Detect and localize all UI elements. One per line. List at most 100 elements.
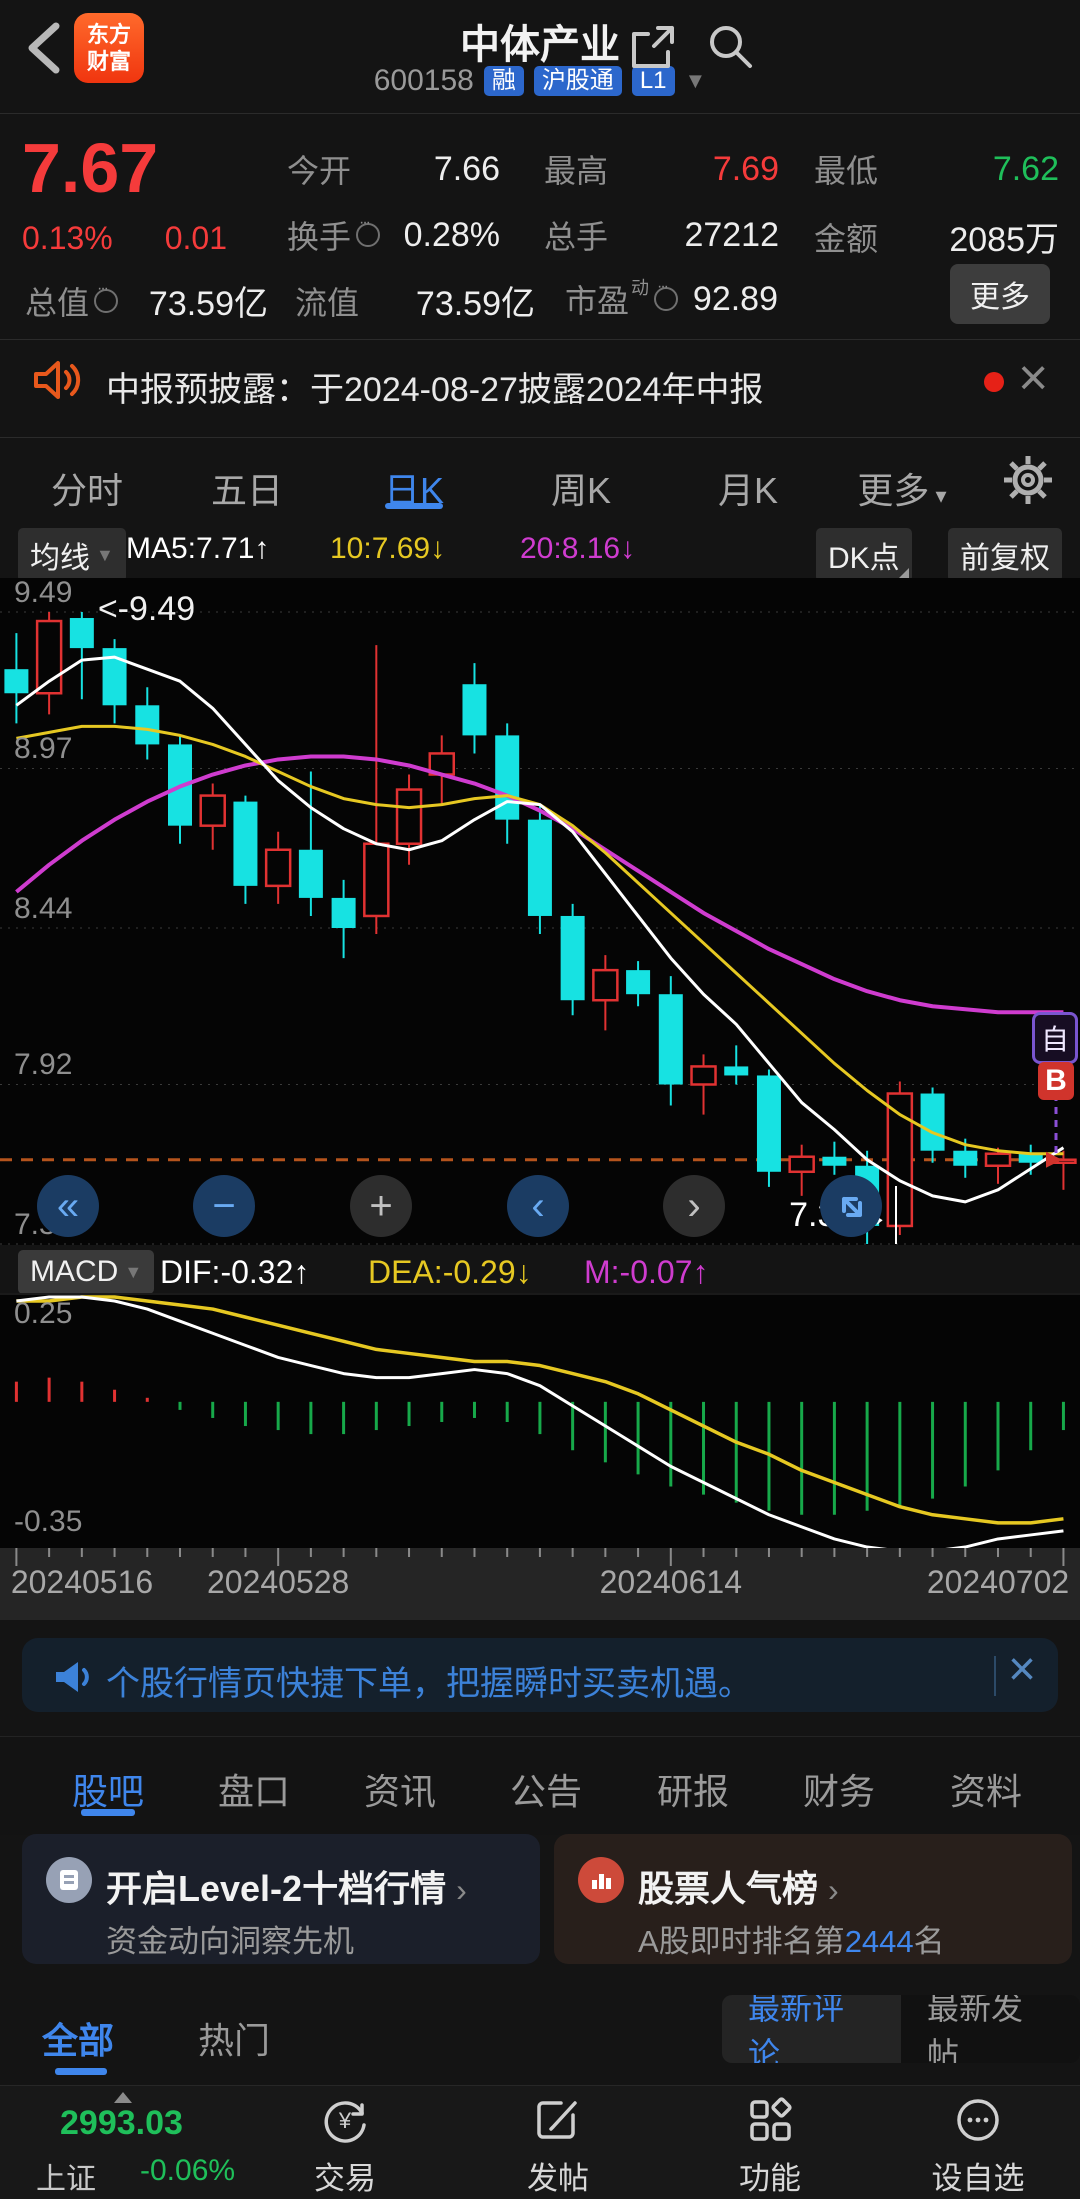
banner-close-icon[interactable]: ×: [1008, 1646, 1036, 1694]
high-price-callout: <-9.49: [97, 590, 196, 628]
trade-icon[interactable]: ¥: [318, 2093, 372, 2147]
community-tab-研报[interactable]: 研报: [657, 1763, 729, 1815]
stat-label: 最高: [544, 153, 609, 189]
resize-button[interactable]: [820, 1175, 882, 1237]
stat-label: 流值: [295, 284, 360, 321]
community-tab-公告[interactable]: 公告: [510, 1763, 582, 1815]
stat-value: 7.69: [712, 149, 779, 188]
level2-card[interactable]: 开启Level-2十档行情 › 资金动向洞察先机: [22, 1834, 540, 1964]
stat-换手: 换手 0.28%: [287, 212, 500, 258]
features-icon[interactable]: [743, 2093, 797, 2147]
index-value[interactable]: 2993.03: [60, 2104, 183, 2143]
community-tab-盘口[interactable]: 盘口: [218, 1763, 290, 1815]
filter-tab-all[interactable]: 全部: [42, 2012, 114, 2064]
stock-detail-page: 东方 财富 中体产业 600158 融 沪股通 L1 ▼ 7.67 0.13% 0…: [0, 0, 1080, 2199]
current-price: 7.67: [22, 129, 159, 207]
community-tab-bar: 股吧 盘口 资讯 公告 研报 财务 资料: [0, 1736, 1080, 1835]
speaker-icon: [34, 361, 81, 399]
community-tab-资讯[interactable]: 资讯: [364, 1763, 436, 1815]
community-tab-资料[interactable]: 资料: [950, 1763, 1022, 1815]
price-axis-label: 9.49: [14, 576, 73, 609]
zoom-in-button[interactable]: +: [350, 1175, 412, 1237]
announcement-close-icon[interactable]: ×: [1018, 352, 1048, 404]
stat-流值: 流值 73.59亿: [295, 276, 535, 325]
popularity-rank: 2444: [844, 1924, 914, 1959]
tab-五日[interactable]: 五日: [211, 462, 283, 514]
ma5-value: MA5:7.71↑: [126, 532, 270, 565]
active-tab-underline: [385, 503, 443, 509]
watchlist-icon[interactable]: [951, 2093, 1005, 2147]
tab-分时[interactable]: 分时: [51, 462, 123, 514]
nav-features[interactable]: 功能: [739, 2153, 801, 2198]
badge-margin: 融: [483, 66, 524, 96]
tab-更多[interactable]: 更多 ▾: [857, 462, 946, 514]
more-button[interactable]: 更多: [950, 264, 1050, 324]
active-community-underline: [81, 1809, 135, 1816]
nav-post[interactable]: 发帖: [527, 2153, 589, 2198]
ma-selector-button[interactable]: 均线 ▼: [18, 528, 126, 582]
auto-badge[interactable]: 自: [1032, 1012, 1078, 1064]
fast-backward-button[interactable]: «: [37, 1175, 99, 1237]
dk-point-button[interactable]: DK点: [816, 528, 912, 582]
filter-tab-hot[interactable]: 热门: [198, 2012, 270, 2064]
price-axis-label: 8.97: [14, 732, 73, 766]
share-icon[interactable]: [624, 20, 680, 76]
indicator-selector-button[interactable]: MACD ▼: [18, 1250, 155, 1294]
stat-市盈: 市盈动 92.89: [565, 276, 778, 322]
date-label: 20240516: [10, 1564, 154, 1600]
date-label: 20240702: [926, 1564, 1070, 1600]
level2-subtitle: 资金动向洞察先机: [106, 1924, 354, 1959]
info-icon[interactable]: [356, 214, 381, 247]
chevron-down-icon: ▼: [96, 544, 114, 565]
tab-月K[interactable]: 月K: [718, 462, 778, 514]
macd-chart[interactable]: 0.25 -0.35: [0, 1293, 1080, 1548]
macd-max-label: 0.25: [14, 1297, 73, 1330]
filter-underline: [55, 2068, 107, 2075]
stat-label: 总手: [544, 219, 609, 255]
sort-latest-comments[interactable]: 最新评论: [722, 1995, 901, 2063]
chevron-right-icon: ›: [828, 1872, 839, 1908]
stat-value: 92.89: [692, 279, 778, 318]
pan-right-button[interactable]: ›: [663, 1175, 725, 1237]
tab-周K[interactable]: 周K: [551, 462, 611, 514]
zoom-out-button[interactable]: −: [193, 1175, 255, 1237]
fuquan-button[interactable]: 前复权: [948, 528, 1062, 582]
stat-金额: 金额 2085万: [814, 212, 1059, 261]
page-title: 中体产业: [460, 23, 620, 67]
post-icon[interactable]: [531, 2093, 585, 2147]
info-icon[interactable]: [654, 278, 679, 311]
dif-value: DIF:-0.32↑: [160, 1254, 310, 1290]
m-value: M:-0.07↑: [584, 1254, 709, 1290]
expand-index-icon[interactable]: [114, 2092, 132, 2103]
stat-value: 7.62: [992, 149, 1059, 188]
stat-label: 最低: [814, 153, 879, 189]
info-icon[interactable]: [94, 280, 119, 313]
announcement-text[interactable]: 中报预披露：于2024-08-27披露2024年中报: [106, 362, 764, 411]
chevron-down-icon: ▼: [124, 1261, 143, 1282]
sort-latest-posts[interactable]: 最新发帖: [901, 1995, 1080, 2063]
stat-今开: 今开 7.66: [287, 146, 500, 192]
stat-总值: 总值 73.59亿: [25, 276, 268, 325]
unread-dot: [984, 372, 1004, 392]
ma10-value: 10:7.69↓: [330, 532, 446, 565]
date-axis[interactable]: 20240516 20240528 20240614 20240702: [0, 1548, 1080, 1620]
stat-value: 27212: [684, 215, 779, 254]
stat-label: 金额: [814, 220, 879, 257]
popularity-icon: [578, 1857, 624, 1903]
gear-icon[interactable]: [1000, 452, 1056, 508]
popularity-card[interactable]: 股票人气榜 › A股即时排名第2444名: [554, 1834, 1072, 1964]
stock-code: 600158: [373, 64, 474, 97]
community-tab-股吧[interactable]: 股吧: [72, 1763, 144, 1815]
stat-value: 73.59亿: [415, 285, 535, 323]
search-icon[interactable]: [702, 18, 758, 74]
date-label: 20240528: [206, 1564, 350, 1600]
community-tab-财务[interactable]: 财务: [803, 1763, 875, 1815]
chevron-right-icon: ›: [456, 1872, 467, 1908]
stat-value: 0.28%: [403, 215, 500, 254]
level2-icon: [46, 1857, 92, 1903]
nav-trade[interactable]: 交易: [314, 2153, 376, 2198]
pan-left-button[interactable]: ‹: [507, 1175, 569, 1237]
low-crosshair-line: [895, 1186, 898, 1244]
candlestick-chart[interactable]: 9.498.978.447.927.39<-9.497.39→ 自 B «−+‹…: [0, 576, 1080, 1245]
nav-watchlist[interactable]: 设自选: [932, 2153, 1025, 2198]
